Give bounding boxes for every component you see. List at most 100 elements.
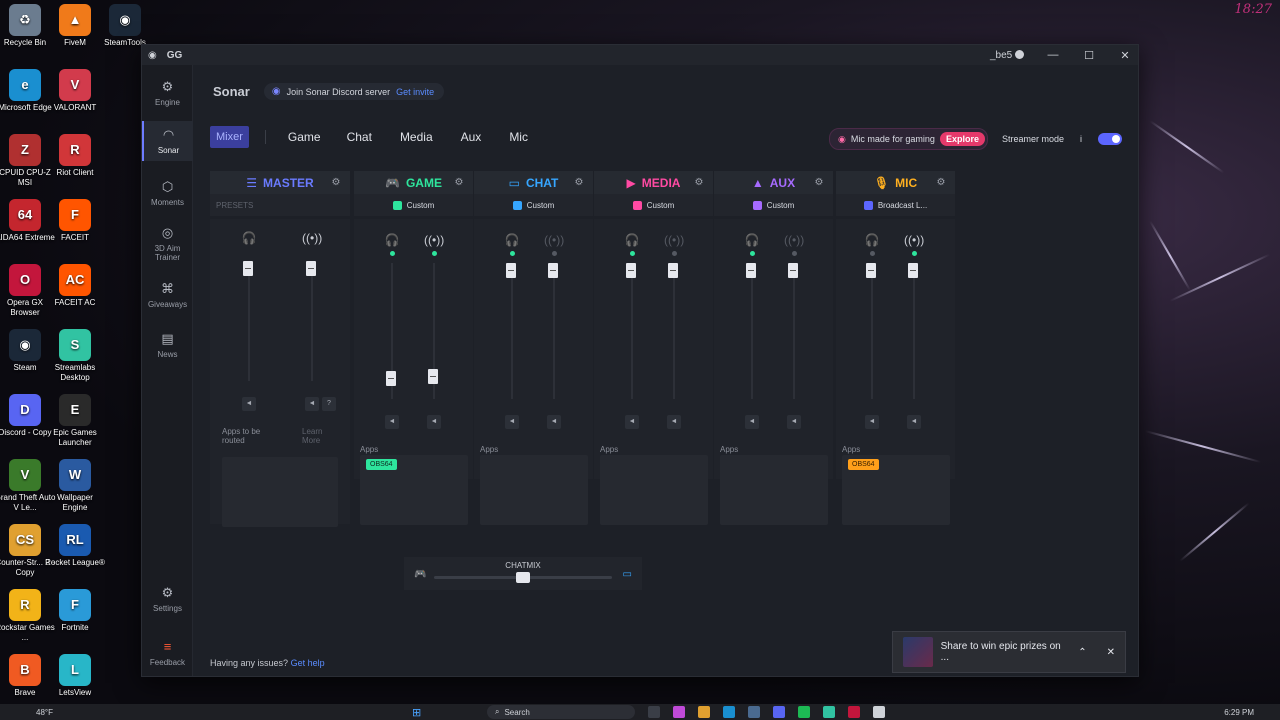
taskbar-app[interactable] [847,706,860,718]
gear-icon[interactable]: ⚙ [573,177,585,189]
user-name[interactable]: _be5 [990,50,1024,61]
preset-selector[interactable]: Custom [354,194,473,216]
mute-button[interactable]: ◄ [865,415,879,429]
mute-button[interactable]: ◄ [667,415,681,429]
volume-track[interactable] [311,261,313,381]
gear-icon[interactable]: ⚙ [330,177,342,189]
learn-more-link[interactable]: Learn More [302,427,332,445]
taskbar-app[interactable] [822,706,835,718]
taskbar-app[interactable] [747,706,760,718]
mute-button[interactable]: ◄ [305,397,319,411]
mute-button[interactable]: ◄ [745,415,759,429]
volume-slider-knob[interactable] [908,263,918,278]
get-help-link[interactable]: Get help [291,658,325,668]
sidebar-item-news[interactable]: ▤ News [142,331,193,359]
volume-track[interactable] [913,263,915,399]
tab-aux[interactable]: Aux [455,126,488,148]
close-icon[interactable]: ✕ [1107,647,1115,658]
mute-button[interactable]: ◄ [427,415,441,429]
app-chip-obs64[interactable]: OBS64 [848,459,879,470]
tab-mixer[interactable]: Mixer [210,126,249,148]
discord-banner[interactable]: ◉ Join Sonar Discord server Get invite [263,83,445,100]
desktop-icon[interactable]: S Streamlabs Desktop [44,329,106,383]
gear-icon[interactable]: ⚙ [693,177,705,189]
gear-icon[interactable]: ⚙ [453,177,465,189]
mute-button[interactable]: ◄ [907,415,921,429]
volume-slider-knob[interactable] [668,263,678,278]
tab-chat[interactable]: Chat [341,126,378,148]
desktop-icon[interactable]: L LetsView [44,654,106,698]
volume-slider-knob[interactable] [386,371,396,386]
volume-slider-knob[interactable] [548,263,558,278]
app-chip-obs64[interactable]: OBS64 [366,459,397,470]
mic-promo-banner[interactable]: ◉ Mic made for gaming Explore [829,128,988,150]
volume-slider-knob[interactable] [788,263,798,278]
taskbar-app[interactable] [697,706,710,718]
clock[interactable]: 6:29 PM [1224,708,1254,717]
taskbar-app[interactable] [872,706,885,718]
volume-track[interactable] [631,263,633,399]
desktop-icon[interactable]: W Wallpaper Engine [44,459,106,513]
volume-track[interactable] [553,263,555,399]
desktop-icon[interactable]: V VALORANT [44,69,106,113]
tab-mic[interactable]: Mic [503,126,534,148]
preset-selector[interactable]: Custom [714,194,833,216]
desktop-icon[interactable]: ◉ SteamTools [94,4,156,48]
taskbar-app[interactable] [672,706,685,718]
sidebar-item-engine[interactable]: ⚙ Engine [142,79,193,107]
volume-track[interactable] [248,261,250,381]
weather-widget[interactable]: 48°F [36,708,53,717]
taskbar-search[interactable]: ⌕ Search [486,705,635,719]
streamer-mode-toggle[interactable] [1098,133,1122,145]
explore-button[interactable]: Explore [939,132,985,146]
volume-track[interactable] [673,263,675,399]
notification-toast[interactable]: Share to win epic prizes on ... ⌃ ✕ [892,631,1126,673]
mute-button[interactable]: ◄ [385,415,399,429]
taskbar-app[interactable] [797,706,810,718]
mute-button[interactable]: ◄ [547,415,561,429]
sidebar-item-aim-trainer[interactable]: ◎ 3D Aim Trainer [142,225,193,262]
mute-button[interactable]: ◄ [625,415,639,429]
preset-selector[interactable]: Broadcast L... [836,194,955,216]
volume-track[interactable] [751,263,753,399]
volume-track[interactable] [871,263,873,399]
sidebar-item-moments[interactable]: ⬡ Moments [142,179,193,207]
tab-game[interactable]: Game [282,126,327,148]
sidebar-item-feedback[interactable]: ≡ Feedback [142,639,193,667]
mute-button[interactable]: ◄ [787,415,801,429]
start-icon[interactable]: ⊞ [412,706,421,719]
get-invite-link[interactable]: Get invite [396,87,434,97]
preset-selector[interactable]: Custom [594,194,713,216]
sidebar-item-sonar[interactable]: ◠ Sonar [142,121,193,161]
taskbar-app[interactable] [722,706,735,718]
minimize-button[interactable]: — [1046,49,1060,61]
chevron-up-icon[interactable]: ⌃ [1078,647,1086,658]
sidebar-item-giveaways[interactable]: ⌘ Giveaways [142,281,193,309]
tab-media[interactable]: Media [394,126,439,148]
chatmix-slider-thumb[interactable] [516,572,530,583]
taskbar-app[interactable] [772,706,785,718]
volume-slider-knob[interactable] [746,263,756,278]
desktop-icon[interactable]: F FACEIT [44,199,106,243]
desktop-icon[interactable]: R Riot Client [44,134,106,178]
gear-icon[interactable]: ⚙ [813,177,825,189]
maximize-button[interactable]: ☐ [1082,49,1096,62]
volume-track[interactable] [793,263,795,399]
volume-track[interactable] [511,263,513,399]
ear-icon[interactable]: ? [322,397,336,411]
volume-slider-knob[interactable] [243,261,253,276]
desktop-icon[interactable]: F Fortnite [44,589,106,633]
volume-slider-knob[interactable] [428,369,438,384]
volume-slider-knob[interactable] [866,263,876,278]
volume-slider-knob[interactable] [506,263,516,278]
mute-button[interactable]: ◄ [242,397,256,411]
volume-slider-knob[interactable] [306,261,316,276]
volume-slider-knob[interactable] [626,263,636,278]
desktop-icon[interactable]: AC FACEIT AC [44,264,106,308]
info-icon[interactable]: i [1080,134,1082,144]
mute-button[interactable]: ◄ [505,415,519,429]
taskbar-app[interactable] [647,706,660,718]
desktop-icon[interactable]: E Epic Games Launcher [44,394,106,448]
sidebar-item-settings[interactable]: ⚙ Settings [142,585,193,613]
gear-icon[interactable]: ⚙ [935,177,947,189]
